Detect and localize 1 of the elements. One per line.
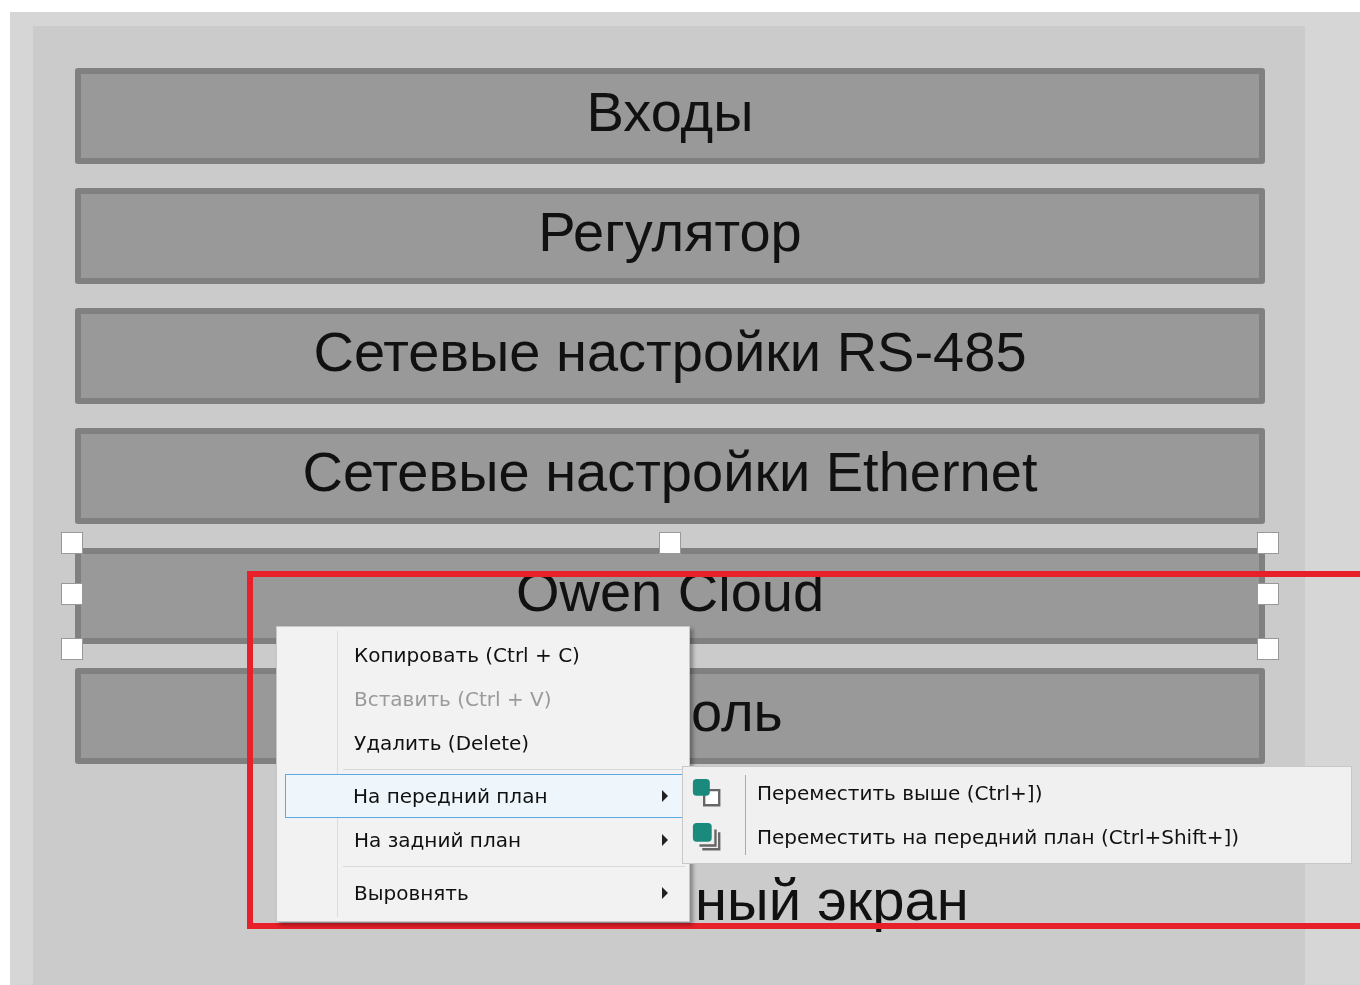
screen-caption: ный экран	[695, 866, 969, 933]
